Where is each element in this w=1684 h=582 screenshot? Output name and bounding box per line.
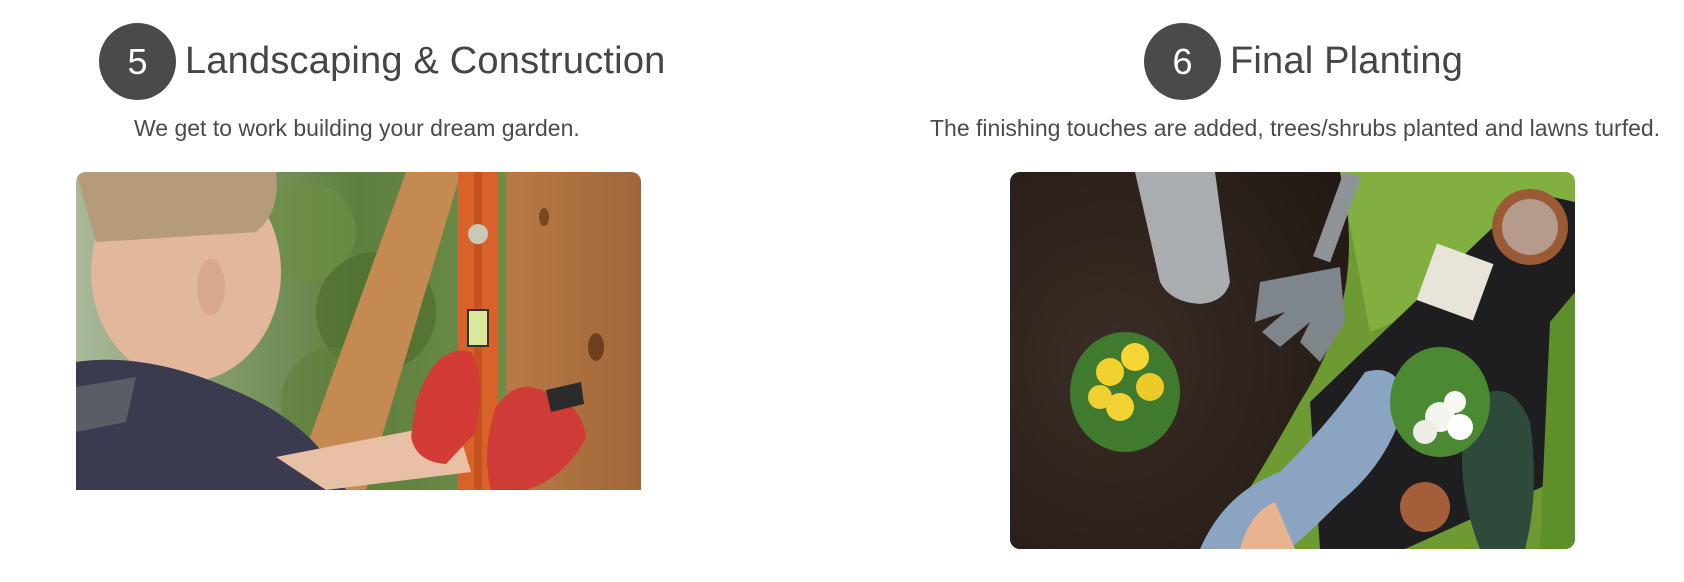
step-5-title: Landscaping & Construction xyxy=(185,40,666,82)
step-6-title: Final Planting xyxy=(1230,40,1464,82)
step-5-description: We get to work building your dream garde… xyxy=(134,115,580,141)
step-5-photo xyxy=(76,172,641,490)
step-6-header: 6 Final Planting xyxy=(1144,23,1463,100)
step-6-photo xyxy=(1010,172,1575,549)
step-6-number-badge: 6 xyxy=(1144,23,1221,100)
step-6-description: The finishing touches are added, trees/s… xyxy=(930,115,1661,141)
process-steps-section: 5 Landscaping & Construction We get to w… xyxy=(0,0,1684,582)
step-5-header: 5 Landscaping & Construction xyxy=(99,23,666,100)
step-5-number-badge: 5 xyxy=(99,23,176,100)
